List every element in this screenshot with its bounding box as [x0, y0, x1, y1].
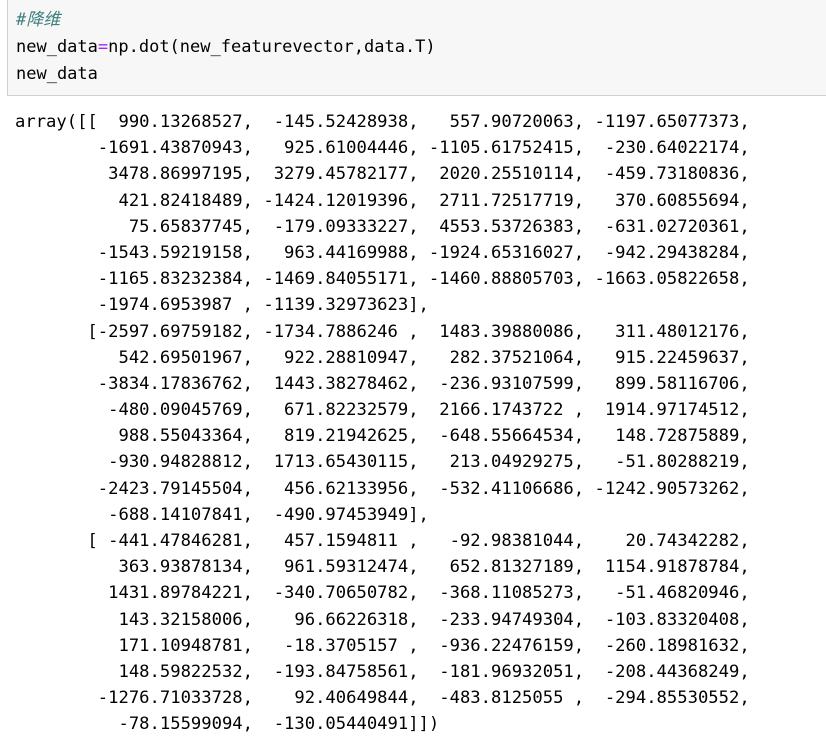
code-line-echo: new_data: [16, 64, 98, 84]
output-line: 542.69501967, 922.28810947, 282.37521064…: [15, 347, 750, 368]
output-line: 363.93878134, 961.59312474, 652.81327189…: [15, 557, 750, 578]
code-comment: #降维: [16, 10, 61, 30]
output-line: 143.32158006, 96.66226318, -233.94749304…: [15, 609, 750, 630]
output-line: 421.82418489, -1424.12019396, 2711.72517…: [15, 190, 750, 211]
output-line: array([[ 990.13268527, -145.52428938, 55…: [15, 112, 750, 132]
output-line: 3478.86997195, 3279.45782177, 2020.25510…: [15, 164, 750, 185]
output-line: [ -441.47846281, 457.1594811 , -92.98381…: [15, 531, 750, 551]
code-assign-rhs: np.dot(new_featurevector,data.T): [108, 37, 436, 57]
output-line: -1974.6953987 , -1139.32973623],: [15, 295, 429, 316]
output-line: -1276.71033728, 92.40649844, -483.812505…: [15, 688, 750, 709]
output-line: -1543.59219158, 963.44169988, -1924.6531…: [15, 242, 750, 263]
output-line: -688.14107841, -490.97453949],: [15, 504, 429, 525]
output-line: -930.94828812, 1713.65430115, 213.049292…: [15, 452, 750, 473]
output-line: -2423.79145504, 456.62133956, -532.41106…: [15, 478, 750, 499]
output-line: 75.65837745, -179.09333227, 4553.5372638…: [15, 216, 750, 237]
code-editor[interactable]: #降维 new_data=np.dot(new_featurevector,dat…: [16, 7, 436, 88]
output-line: 1431.89784221, -340.70650782, -368.11085…: [15, 583, 750, 604]
output-line: -1165.83232384, -1469.84055171, -1460.88…: [15, 269, 750, 290]
code-input-cell[interactable]: #降维 new_data=np.dot(new_featurevector,dat…: [7, 0, 826, 96]
cell-output: array([[ 990.13268527, -145.52428938, 55…: [15, 109, 750, 738]
output-line: [-2597.69759182, -1734.7886246 , 1483.39…: [15, 321, 750, 342]
code-line-assignment: new_data=np.dot(new_featurevector,data.T…: [16, 34, 436, 61]
output-line: -78.15599094, -130.05440491]]): [15, 714, 440, 735]
output-line: -1691.43870943, 925.61004446, -1105.6175…: [15, 138, 750, 159]
output-line: -3834.17836762, 1443.38278462, -236.9310…: [15, 373, 750, 394]
output-line: 148.59822532, -193.84758561, -181.969320…: [15, 661, 750, 682]
output-line: -480.09045769, 671.82232579, 2166.174372…: [15, 400, 750, 421]
output-line: 988.55043364, 819.21942625, -648.5566453…: [15, 426, 750, 447]
output-line: 171.10948781, -18.3705157 , -936.2247615…: [15, 635, 750, 656]
code-assign-lhs: new_data: [16, 37, 98, 57]
code-assign-operator: =: [97, 37, 109, 57]
